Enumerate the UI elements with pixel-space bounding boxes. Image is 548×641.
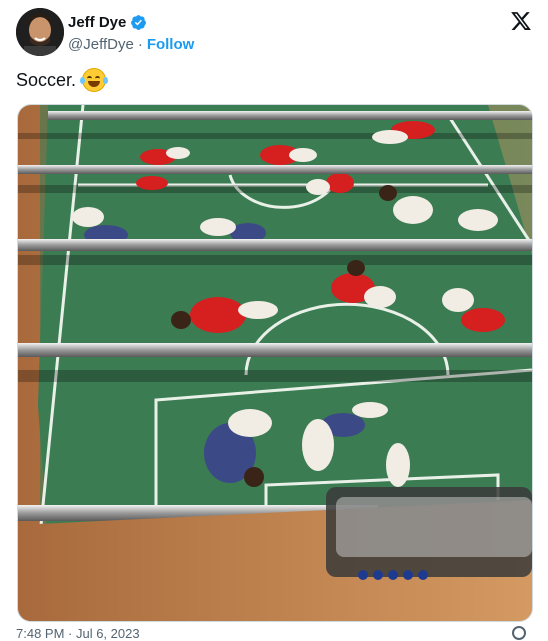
foosball-table-image [18, 105, 532, 621]
info-icon[interactable] [512, 626, 526, 640]
display-name[interactable]: Jeff Dye [68, 14, 126, 31]
tears-of-joy-emoji-icon [80, 68, 109, 92]
follow-button[interactable]: Follow [147, 36, 195, 53]
verified-badge-icon [131, 14, 147, 30]
x-logo-icon[interactable] [510, 10, 532, 32]
tweet-image[interactable] [17, 104, 533, 622]
tweet-body: Soccer. [16, 69, 77, 90]
user-handle[interactable]: @JeffDye [68, 36, 134, 53]
avatar[interactable] [16, 8, 64, 56]
separator-dot: · [137, 36, 143, 53]
tweet-header: Jeff Dye @JeffDye · Follow [16, 8, 536, 60]
tweet-text: Soccer. [16, 68, 109, 92]
